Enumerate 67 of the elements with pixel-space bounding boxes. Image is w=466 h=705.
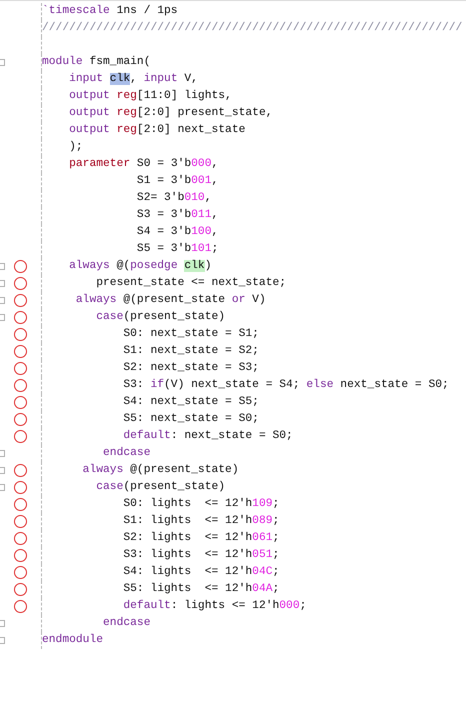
fold-marker-icon[interactable]	[0, 637, 5, 644]
code-line: parameter S0 = 3'b000,	[68, 157, 218, 172]
fold-marker-icon[interactable]	[0, 297, 5, 304]
code-line: output reg[2:0] next_state	[68, 123, 246, 138]
code-line: default: next_state = S0;	[122, 429, 293, 444]
code-line: S2= 3'b010,	[136, 191, 212, 206]
breakpoint-icon[interactable]	[14, 600, 27, 613]
fold-marker-icon[interactable]	[0, 314, 5, 321]
code-line: input clk, input V,	[68, 72, 198, 87]
fold-marker-icon[interactable]	[0, 620, 5, 627]
code-line: S1: next_state = S2;	[122, 344, 259, 359]
breakpoint-icon[interactable]	[14, 515, 27, 528]
code-line: S4: lights <= 12'h04C;	[122, 565, 280, 580]
fold-marker-icon[interactable]	[0, 59, 5, 66]
breakpoint-icon[interactable]	[14, 362, 27, 375]
code-line: S0: next_state = S1;	[122, 327, 259, 342]
code-line: S2: next_state = S3;	[122, 361, 259, 376]
breakpoint-icon[interactable]	[14, 311, 27, 324]
code-line: );	[68, 140, 83, 155]
code-line: case(present_state)	[95, 480, 226, 495]
code-line: S0: lights <= 12'h109;	[122, 497, 280, 512]
code-line: S3: lights <= 12'h051;	[122, 548, 280, 563]
breakpoint-icon[interactable]	[14, 328, 27, 341]
breakpoint-icon[interactable]	[14, 294, 27, 307]
code-line: S2: lights <= 12'h061;	[122, 531, 280, 546]
code-line: S3 = 3'b011,	[136, 208, 218, 223]
breakpoint-icon[interactable]	[14, 464, 27, 477]
code-line: S5 = 3'b101;	[136, 242, 218, 257]
code-line: default: lights <= 12'h000;	[122, 599, 306, 614]
fold-marker-icon[interactable]	[0, 467, 5, 474]
code-line: always @(present_state or V)	[74, 293, 266, 308]
code-line: S5: lights <= 12'h04A;	[122, 582, 280, 597]
fold-marker-icon[interactable]	[0, 450, 5, 457]
breakpoint-icon[interactable]	[14, 260, 27, 273]
breakpoint-icon[interactable]	[14, 379, 27, 392]
code-line: module fsm_main(	[42, 55, 150, 70]
breakpoint-icon[interactable]	[14, 566, 27, 579]
breakpoint-icon[interactable]	[14, 498, 27, 511]
code-line: S5: next_state = S0;	[122, 412, 259, 427]
code-line: endcase	[102, 616, 150, 631]
code-line: endcase	[102, 446, 150, 461]
breakpoint-icon[interactable]	[14, 345, 27, 358]
fold-marker-icon[interactable]	[0, 484, 5, 491]
code-line: always @(present_state)	[82, 463, 239, 478]
breakpoint-icon[interactable]	[14, 277, 27, 290]
breakpoint-icon[interactable]	[14, 396, 27, 409]
breakpoint-icon[interactable]	[14, 583, 27, 596]
fold-marker-icon[interactable]	[0, 263, 5, 270]
code-line: output reg[11:0] lights,	[68, 89, 232, 104]
code-line: S4: next_state = S5;	[122, 395, 259, 410]
code-line: `timescale 1ns / 1ps	[42, 4, 178, 19]
code-line: S4 = 3'b100,	[136, 225, 218, 240]
breakpoint-icon[interactable]	[14, 481, 27, 494]
code-line: S3: if(V) next_state = S4; else next_state = S0;	[122, 378, 449, 393]
code-line: present_state <= next_state;	[95, 276, 286, 291]
code-line: S1 = 3'b001,	[136, 174, 218, 189]
breakpoint-icon[interactable]	[14, 413, 27, 426]
breakpoint-icon[interactable]	[14, 549, 27, 562]
code-line: case(present_state)	[95, 310, 226, 325]
code-line: always @(posedge clk)	[68, 259, 212, 274]
code-line: output reg[2:0] present_state,	[68, 106, 273, 121]
breakpoint-icon[interactable]	[14, 430, 27, 443]
code-line: endmodule	[42, 633, 104, 648]
fold-marker-icon[interactable]	[0, 280, 5, 287]
breakpoint-icon[interactable]	[14, 532, 27, 545]
code-line: //////////////////////////////////////////////////////////////	[42, 21, 462, 36]
code-line: S1: lights <= 12'h089;	[122, 514, 280, 529]
